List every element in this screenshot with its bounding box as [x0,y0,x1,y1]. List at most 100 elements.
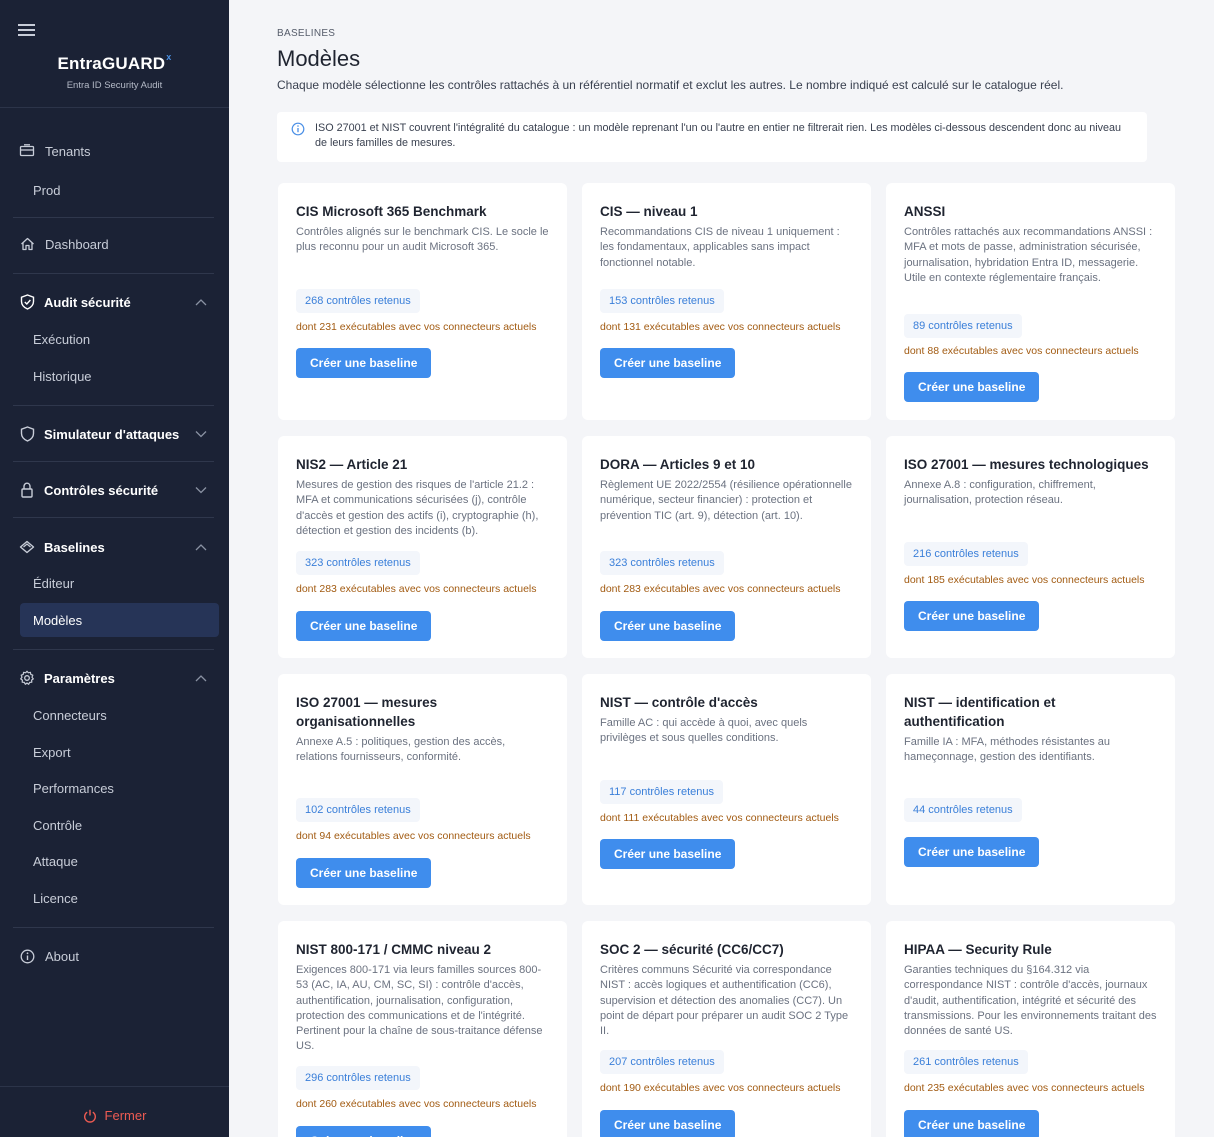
card-title: NIS2 — Article 21 [296,457,408,472]
controls-count-badge: 153 contrôles retenus [600,289,724,313]
card-title: HIPAA — Security Rule [904,942,1052,957]
gear-icon [19,670,35,686]
template-card: CIS — niveau 1 Recommandations CIS de ni… [582,183,871,420]
sidebar-item-about[interactable]: About [0,947,229,965]
card-title: NIST — identification et authentificatio… [904,695,1056,729]
create-baseline-button[interactable]: Créer une baseline [600,348,736,378]
template-card: NIS2 — Article 21 Mesures de gestion des… [278,436,567,658]
card-title: CIS — niveau 1 [600,204,698,219]
info-banner: ISO 27001 et NIST couvrent l'intégralité… [277,112,1147,162]
card-description: Famille IA : MFA, méthodes résistantes a… [904,736,1111,764]
info-icon [19,948,35,964]
divider [0,1086,229,1087]
template-card: DORA — Articles 9 et 10 Règlement UE 202… [582,436,871,658]
sidebar-item-controle[interactable]: Contrôle [0,816,229,834]
create-baseline-button[interactable]: Créer une baseline [296,858,432,888]
controls-count-badge: 44 contrôles retenus [904,798,1022,822]
page-title: Modèles [277,46,361,71]
template-card: NIST — contrôle d'accès Famille AC : qui… [582,674,871,905]
create-baseline-button[interactable]: Créer une baseline [600,839,736,869]
sidebar-item-performances[interactable]: Performances [0,779,229,797]
sidebar-item-export[interactable]: Export [0,743,229,761]
card-description: Contrôles rattachés aux recommandations … [904,226,1153,284]
controls-count-badge: 268 contrôles retenus [296,289,420,313]
card-description: Recommandations CIS de niveau 1 uniqueme… [600,226,840,269]
create-baseline-button[interactable]: Créer une baseline [904,372,1040,402]
executable-count: dont 283 exécutables avec vos connecteur… [600,583,841,595]
create-baseline-button[interactable]: Créer une baseline [600,611,736,641]
chevron-up-icon [195,675,207,682]
power-icon [83,1109,96,1123]
info-text: ISO 27001 et NIST couvrent l'intégralité… [315,122,1122,149]
executable-count: dont 231 exécutables avec vos connecteur… [296,321,537,333]
executable-count: dont 185 exécutables avec vos connecteur… [904,574,1145,586]
sidebar-item-editeur[interactable]: Éditeur [0,574,229,592]
card-title: ISO 27001 — mesures organisationnelles [296,695,438,729]
card-description: Annexe A.5 : politiques, gestion des acc… [296,736,506,764]
shield-check-icon [19,294,35,310]
card-description: Exigences 800-171 via leurs familles sou… [296,964,543,1053]
create-baseline-button[interactable]: Créer une baseline [904,1110,1040,1137]
sidebar-item-parametres[interactable]: Paramètres [0,669,229,687]
brand-sup: x [166,52,172,62]
template-card: ISO 27001 — mesures organisationnelles A… [278,674,567,905]
card-title: DORA — Articles 9 et 10 [600,457,756,472]
sidebar-item-attaque[interactable]: Attaque [0,852,229,870]
lock-icon [19,482,35,498]
executable-count: dont 88 exécutables avec vos connecteurs… [904,345,1139,357]
chevron-up-icon [195,544,207,551]
create-baseline-button[interactable]: Créer une baseline [296,1126,432,1137]
brand: EntraGUARDx Entra ID Security Audit [0,52,229,91]
template-card: NIST — identification et authentificatio… [886,674,1175,905]
executable-count: dont 94 exécutables avec vos connecteurs… [296,830,531,842]
create-baseline-button[interactable]: Créer une baseline [904,601,1040,631]
create-baseline-button[interactable]: Créer une baseline [904,837,1040,867]
info-icon [291,122,305,136]
brand-subtitle: Entra ID Security Audit [66,80,163,91]
close-button[interactable]: Fermer [0,1108,229,1123]
menu-icon[interactable] [18,24,35,36]
create-baseline-button[interactable]: Créer une baseline [296,348,432,378]
sidebar-item-dashboard[interactable]: Dashboard [0,235,229,253]
card-description: Critères communs Sécurité via correspond… [600,964,849,1038]
executable-count: dont 260 exécutables avec vos connecteur… [296,1098,537,1110]
divider [13,649,214,650]
card-title: ANSSI [904,204,946,219]
controls-count-badge: 102 contrôles retenus [296,798,420,822]
sidebar-item-baselines[interactable]: Baselines [0,538,229,556]
create-baseline-button[interactable]: Créer une baseline [600,1110,736,1137]
controls-count-badge: 207 contrôles retenus [600,1050,724,1074]
executable-count: dont 283 exécutables avec vos connecteur… [296,583,537,595]
sidebar-item-historique[interactable]: Historique [0,367,229,385]
create-baseline-button[interactable]: Créer une baseline [296,611,432,641]
sidebar-item-simulateur[interactable]: Simulateur d'attaques [0,425,229,443]
breadcrumb: BASELINES [277,28,336,39]
chevron-down-icon [195,487,207,494]
card-description: Règlement UE 2022/2554 (résilience opéra… [600,479,852,522]
sidebar-item-connecteurs[interactable]: Connecteurs [0,706,229,724]
divider [13,405,214,406]
controls-count-badge: 216 contrôles retenus [904,542,1028,566]
template-card: NIST 800-171 / CMMC niveau 2 Exigences 8… [278,921,567,1137]
divider [13,273,214,274]
card-title: SOC 2 — sécurité (CC6/CC7) [600,942,784,957]
controls-count-badge: 261 contrôles retenus [904,1050,1028,1074]
sidebar: EntraGUARDx Entra ID Security Audit Tena… [0,0,229,1137]
sidebar-item-execution[interactable]: Exécution [0,330,229,348]
chevron-up-icon [195,299,207,306]
card-description: Garanties techniques du §164.312 via cor… [904,964,1157,1038]
brand-name: EntraGUARDx [57,52,172,73]
divider [13,927,214,928]
executable-count: dont 111 exécutables avec vos connecteur… [600,812,839,824]
template-card: CIS Microsoft 365 Benchmark Contrôles al… [278,183,567,420]
sidebar-item-prod[interactable]: Prod [0,181,229,199]
shield-icon [19,426,35,442]
sidebar-item-licence[interactable]: Licence [0,889,229,907]
controls-count-badge: 323 contrôles retenus [296,551,420,575]
sidebar-item-modeles[interactable]: Modèles [20,603,219,637]
sidebar-item-controles[interactable]: Contrôles sécurité [0,481,229,499]
sidebar-item-audit[interactable]: Audit sécurité [0,293,229,311]
card-description: Famille AC : qui accède à quoi, avec que… [600,717,808,745]
tenants-icon [19,143,35,159]
sidebar-item-tenants[interactable]: Tenants [0,142,229,160]
